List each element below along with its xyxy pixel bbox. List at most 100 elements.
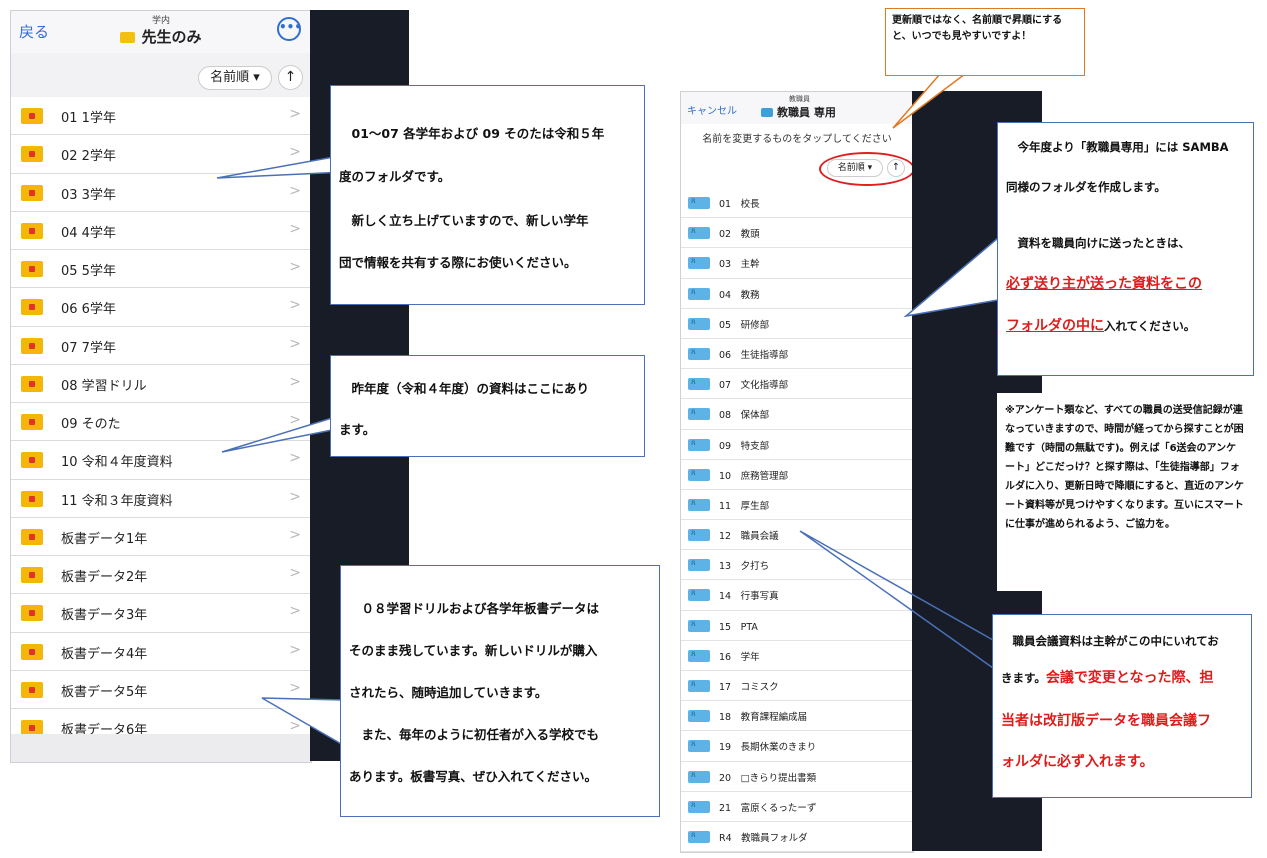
folder-row[interactable]: 03 主幹 bbox=[681, 248, 913, 279]
locked-folder-icon bbox=[21, 643, 43, 660]
chevron-right-icon: > bbox=[289, 297, 301, 314]
folder-name: R4 教職員フォルダ bbox=[719, 832, 808, 844]
folder-row[interactable]: 15 PTA bbox=[681, 611, 913, 641]
folder-row[interactable]: 06 生徒指導部 bbox=[681, 339, 913, 370]
nav-subtitle: 学内 bbox=[151, 16, 170, 26]
folder-row[interactable]: 18 教育課程編成届 bbox=[681, 701, 913, 732]
folder-row[interactable]: 板書データ3年 > bbox=[11, 594, 311, 633]
callout-text: 今年度より「教職員専用」には SAMBA bbox=[1017, 140, 1229, 154]
folder-name: 21 富原くるったーず bbox=[719, 802, 817, 814]
folder-name: 板書データ3年 bbox=[61, 608, 148, 624]
locked-folder-icon bbox=[21, 681, 43, 698]
callout-text: 度のフォルダです。 bbox=[339, 169, 451, 184]
folder-name: 板書データ2年 bbox=[61, 570, 148, 585]
folder-row[interactable]: 08 学習ドリル > bbox=[11, 364, 311, 403]
locked-folder-icon bbox=[21, 414, 43, 430]
folder-row[interactable]: 13 夕打ち bbox=[681, 550, 913, 581]
left-file-browser: 戻る 学内 先生のみ ••• 名前順 ▾ ↑ 01 1学年 >02 2学年 >03 … bbox=[10, 10, 312, 763]
folder-name: 板書データ4年 bbox=[61, 646, 148, 662]
nav-subtitle: 教職員 bbox=[789, 95, 810, 103]
folder-row[interactable]: 板書データ1年 > bbox=[11, 517, 311, 556]
shared-folder-icon bbox=[688, 739, 710, 753]
folder-row[interactable]: 12 職員会議 bbox=[681, 520, 913, 551]
folder-row[interactable]: 21 富原くるったーず bbox=[681, 792, 913, 822]
callout-text: ０８学習ドリルおよび各学年板書データは bbox=[361, 601, 600, 616]
right-file-browser: キャンセル 教職員 教職員 専用 名前を変更するものをタップしてください 名前順… bbox=[680, 91, 914, 853]
folder-row[interactable]: 02 教頭 bbox=[681, 218, 913, 249]
callout-text: きます。会議で変更となった際、担 bbox=[1001, 667, 1245, 687]
chevron-right-icon: > bbox=[289, 641, 301, 658]
callout-staff-folder: 今年度より「教職員専用」には SAMBA 同様のフォルダを作成します。 資料を職… bbox=[997, 122, 1254, 376]
folder-row[interactable]: 04 教務 bbox=[681, 279, 913, 309]
folder-row[interactable]: 01 校長 bbox=[681, 188, 913, 219]
folder-row[interactable]: 06 6学年 > bbox=[11, 288, 311, 327]
folder-name: 03 主幹 bbox=[719, 259, 760, 271]
callout-text: ます。 bbox=[339, 422, 376, 437]
folder-row[interactable]: 02 2学年 > bbox=[11, 135, 311, 174]
folder-row[interactable]: 03 3学年 > bbox=[11, 173, 311, 212]
shared-folder-icon bbox=[688, 800, 710, 813]
folder-name: 20 □きらり提出書類 bbox=[719, 772, 817, 784]
folder-name: 06 6学年 bbox=[61, 302, 116, 318]
folder-name: 10 庶務管理部 bbox=[719, 470, 789, 482]
chevron-right-icon: > bbox=[289, 450, 301, 467]
folder-row[interactable]: 10 庶務管理部 bbox=[681, 460, 913, 490]
folder-row[interactable]: 17 コミスク bbox=[681, 671, 913, 702]
chevron-right-icon: > bbox=[289, 718, 301, 734]
folder-row[interactable]: 板書データ2年 > bbox=[11, 556, 311, 595]
folder-name: 12 職員会議 bbox=[719, 531, 779, 543]
shared-folder-icon bbox=[688, 196, 710, 209]
folder-row[interactable]: 板書データ5年 > bbox=[11, 670, 311, 709]
folder-row[interactable]: R4 教職員フォルダ bbox=[681, 822, 913, 852]
shared-folder-icon bbox=[688, 588, 710, 602]
callout-text: あります。板書写真、ぜひ入れてください。 bbox=[349, 769, 598, 784]
folder-row[interactable]: 板書データ4年 > bbox=[11, 632, 311, 671]
locked-folder-icon bbox=[21, 337, 43, 354]
folder-row[interactable]: 01 1学年 > bbox=[11, 97, 311, 136]
chevron-right-icon: > bbox=[289, 144, 301, 161]
callout-board-data: ０８学習ドリルおよび各学年板書データは そのまま残しています。新しいドリルが購入… bbox=[340, 565, 660, 817]
folder-row[interactable]: 19 長期休業のきまり bbox=[681, 731, 913, 762]
folder-row[interactable]: 20 □きらり提出書類 bbox=[681, 762, 913, 792]
folder-list: 01 校長 02 教頭 03 主幹 04 教務 05 研修部 06 生徒指導部 07 文化指… bbox=[681, 188, 913, 852]
callout-text: そのまま残しています。新しいドリルが購入 bbox=[349, 643, 598, 658]
locked-folder-icon bbox=[21, 528, 43, 545]
sort-ascending-icon[interactable]: ↑ bbox=[278, 65, 303, 90]
callout-emphasis: フォルダの中に bbox=[1006, 318, 1104, 334]
cancel-button[interactable]: キャンセル bbox=[687, 102, 737, 117]
shared-folder-icon bbox=[761, 108, 773, 117]
shared-folder-icon bbox=[688, 317, 710, 330]
sort-bar: 名前順 ▾ ↑ bbox=[11, 53, 311, 97]
callout-text: 更新順ではなく、名前順で昇順にすると、いつでも見やすいですよ！ bbox=[892, 15, 1063, 42]
shared-folder-icon bbox=[688, 438, 710, 451]
folder-row[interactable]: 11 厚生部 bbox=[681, 490, 913, 521]
folder-name: 11 令和３年度資料 bbox=[61, 493, 173, 509]
locked-folder-icon bbox=[21, 605, 43, 622]
folder-name: 09 そのた bbox=[61, 417, 121, 432]
folder-row[interactable]: 05 5学年 > bbox=[11, 250, 311, 289]
folder-name: 09 特支部 bbox=[719, 440, 770, 452]
folder-row[interactable]: 09 そのた > bbox=[11, 403, 311, 442]
folder-name: 02 教頭 bbox=[719, 229, 760, 241]
folder-row[interactable]: 09 特支部 bbox=[681, 430, 913, 460]
sort-by-name-button[interactable]: 名前順 ▾ bbox=[198, 66, 272, 90]
more-options-icon[interactable]: ••• bbox=[277, 17, 302, 41]
folder-name: 05 5学年 bbox=[61, 264, 116, 279]
folder-row[interactable]: 08 保体部 bbox=[681, 399, 913, 430]
folder-row[interactable]: 04 4学年 > bbox=[11, 211, 311, 250]
folder-row[interactable]: 11 令和３年度資料 > bbox=[11, 479, 311, 518]
locked-folder-icon bbox=[21, 567, 43, 583]
chevron-right-icon: > bbox=[289, 526, 301, 543]
folder-row[interactable]: 10 令和４年度資料 > bbox=[11, 441, 311, 480]
folder-row[interactable]: 05 研修部 bbox=[681, 309, 913, 339]
chevron-right-icon: > bbox=[289, 259, 301, 275]
callout-note: ※アンケート類など、すべての職員の送受信記録が連なっていきますので、時間が経って… bbox=[997, 393, 1252, 591]
folder-row[interactable]: 16 学年 bbox=[681, 641, 913, 671]
folder-row[interactable]: 07 文化指導部 bbox=[681, 369, 913, 400]
chevron-right-icon: > bbox=[289, 565, 301, 581]
folder-row[interactable]: 07 7学年 > bbox=[11, 326, 311, 365]
folder-row[interactable]: 14 行事写真 bbox=[681, 580, 913, 611]
shared-folder-icon bbox=[688, 407, 710, 421]
folder-name: 15 PTA bbox=[719, 621, 758, 633]
chevron-right-icon: > bbox=[289, 335, 301, 352]
